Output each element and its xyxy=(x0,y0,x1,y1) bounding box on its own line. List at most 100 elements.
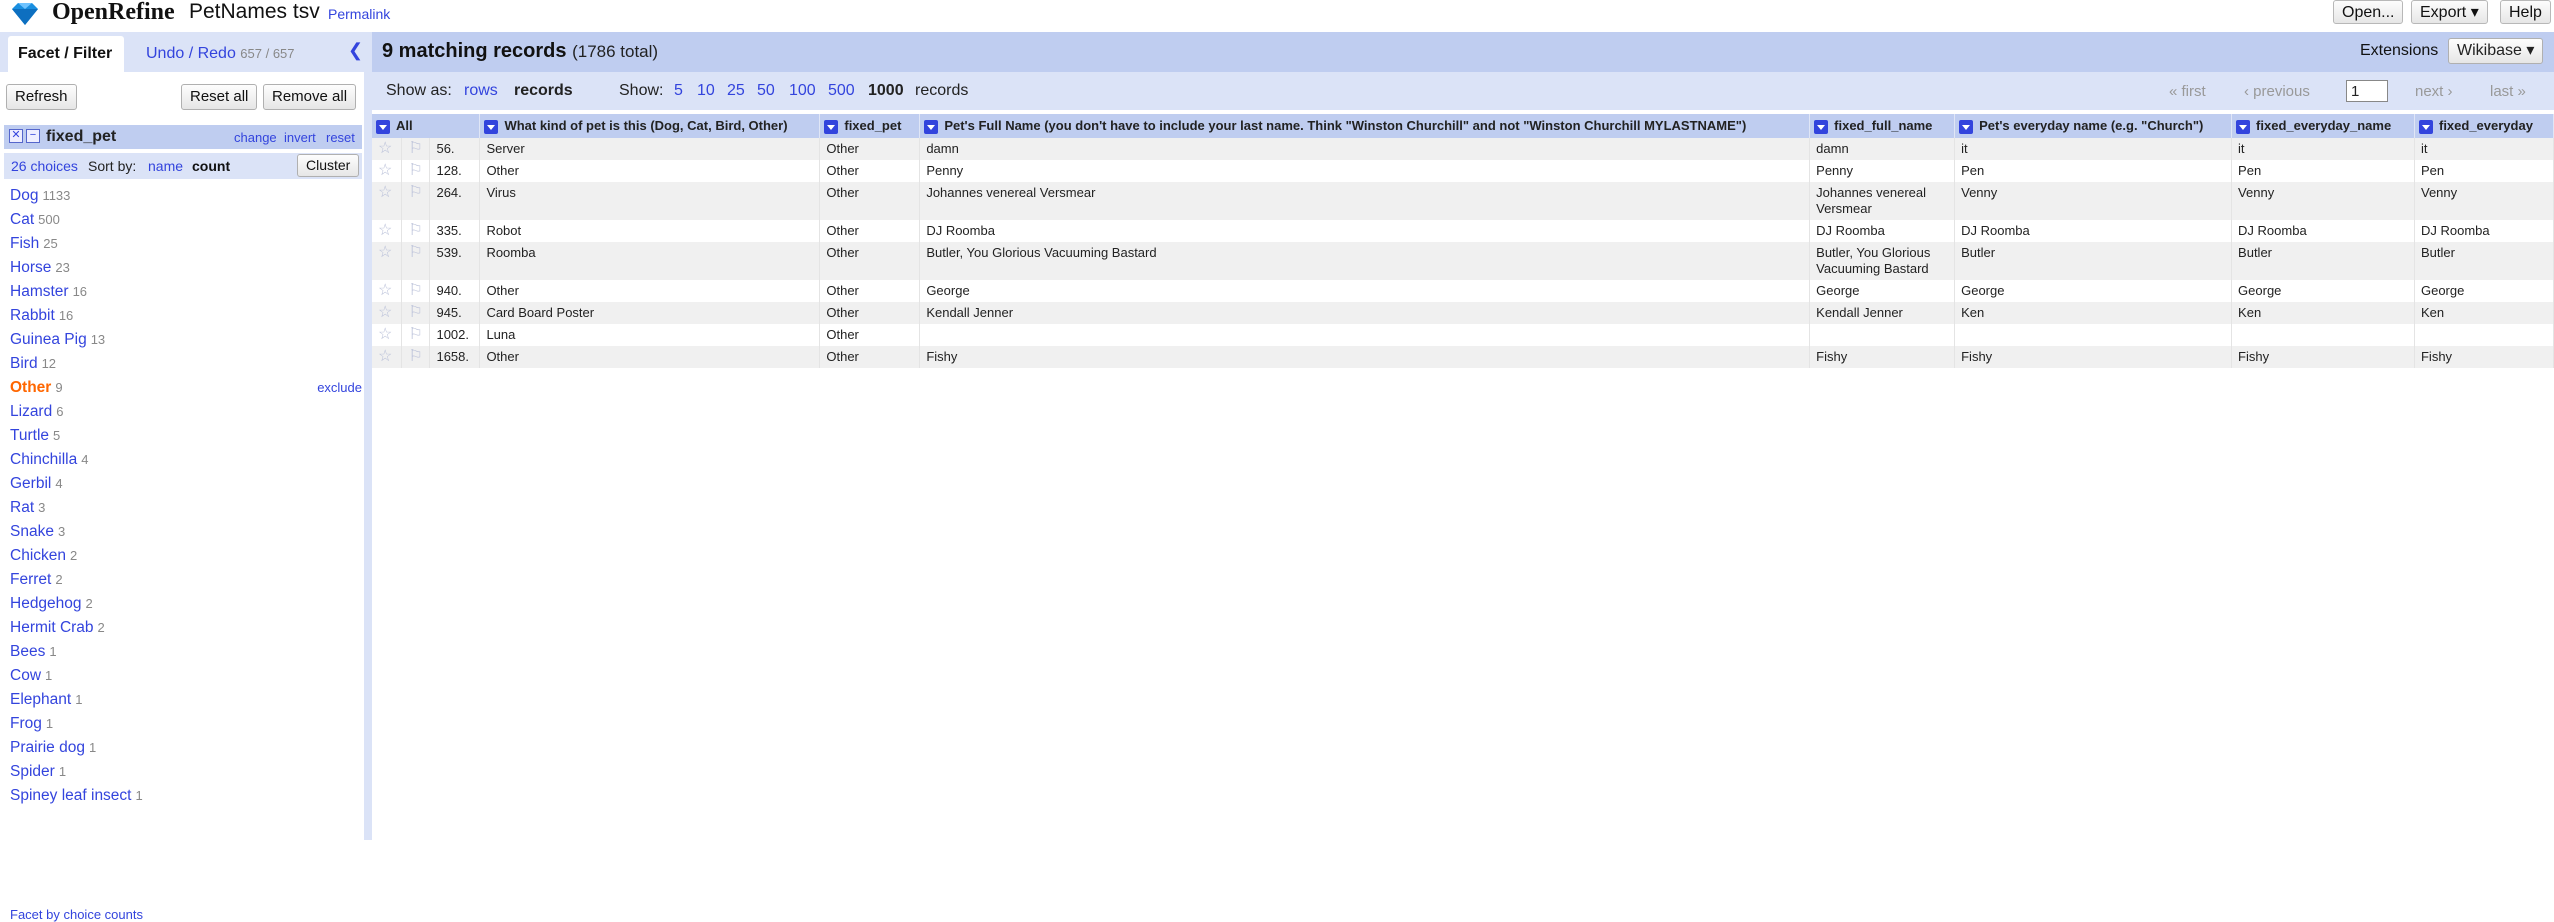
facet-reset-link[interactable]: reset xyxy=(326,130,355,145)
flag-cell[interactable]: ⚐ xyxy=(401,242,431,280)
cell-fixed-everyday-name[interactable]: Fishy xyxy=(2231,346,2415,368)
cell-everyday-name[interactable]: Ken xyxy=(1954,302,2233,324)
cell-fixed-everyday[interactable]: Ken xyxy=(2414,302,2554,324)
cell-kind[interactable]: Other xyxy=(479,160,821,182)
cell-fixed-full-name[interactable]: Butler, You Glorious Vacuuming Bastard xyxy=(1809,242,1956,280)
cluster-button[interactable]: Cluster xyxy=(297,154,360,177)
cell-kind[interactable]: Server xyxy=(479,138,821,160)
panel-divider[interactable] xyxy=(364,32,372,840)
facet-choice-label[interactable]: Cow xyxy=(10,667,41,684)
cell-fixed-everyday[interactable]: Fishy xyxy=(2414,346,2554,368)
cell-fixed-everyday-name[interactable]: Pen xyxy=(2231,160,2415,182)
star-icon[interactable]: ☆ xyxy=(378,348,392,365)
facet-choice-chinchilla[interactable]: Chinchilla 4 xyxy=(10,448,362,472)
tab-facet-filter[interactable]: Facet / Filter xyxy=(8,36,124,72)
page-size-100[interactable]: 100 xyxy=(789,82,816,100)
cell-fixed-full-name[interactable]: Kendall Jenner xyxy=(1809,302,1956,324)
flag-icon[interactable]: ⚐ xyxy=(408,184,422,201)
project-name[interactable]: PetNames tsv xyxy=(189,0,320,24)
cell-everyday-name[interactable]: Venny xyxy=(1954,182,2233,220)
flag-cell[interactable]: ⚐ xyxy=(401,302,431,324)
page-number-input[interactable]: 1 xyxy=(2346,80,2388,102)
cell-kind[interactable]: Card Board Poster xyxy=(479,302,821,324)
first-page-link[interactable]: « first xyxy=(2169,83,2206,100)
facet-choice-snake[interactable]: Snake 3 xyxy=(10,520,362,544)
cell-full-name[interactable] xyxy=(919,324,1811,346)
cell-kind[interactable]: Other xyxy=(479,280,821,302)
previous-page-link[interactable]: ‹ previous xyxy=(2244,83,2310,100)
cell-everyday-name[interactable]: DJ Roomba xyxy=(1954,220,2233,242)
facet-choice-rabbit[interactable]: Rabbit 16 xyxy=(10,304,362,328)
cell-full-name[interactable]: damn xyxy=(919,138,1811,160)
cell-fixed-pet[interactable]: Other xyxy=(819,138,921,160)
column-menu-icon[interactable] xyxy=(2236,119,2251,134)
cell-fixed-everyday[interactable]: Pen xyxy=(2414,160,2554,182)
sort-by-name-link[interactable]: name xyxy=(148,153,183,179)
cell-fixed-pet[interactable]: Other xyxy=(819,346,921,368)
star-cell[interactable]: ☆ xyxy=(372,302,403,324)
facet-choice-elephant[interactable]: Elephant 1 xyxy=(10,688,362,712)
flag-icon[interactable]: ⚐ xyxy=(408,222,422,239)
tab-undo-redo[interactable]: Undo / Redo 657 / 657 xyxy=(136,36,305,72)
cell-fixed-everyday-name[interactable]: Venny xyxy=(2231,182,2415,220)
star-cell[interactable]: ☆ xyxy=(372,182,403,220)
star-cell[interactable]: ☆ xyxy=(372,220,403,242)
permalink-link[interactable]: Permalink xyxy=(328,6,390,22)
star-icon[interactable]: ☆ xyxy=(378,326,392,343)
star-icon[interactable]: ☆ xyxy=(378,222,392,239)
facet-choice-frog[interactable]: Frog 1 xyxy=(10,712,362,736)
column-header-fixed-full-name[interactable]: fixed_full_name xyxy=(1809,114,1956,138)
cell-everyday-name[interactable]: Fishy xyxy=(1954,346,2233,368)
facet-choice-label[interactable]: Rabbit xyxy=(10,307,55,324)
facet-choice-chicken[interactable]: Chicken 2 xyxy=(10,544,362,568)
facet-choice-lizard[interactable]: Lizard 6 xyxy=(10,400,362,424)
cell-kind[interactable]: Virus xyxy=(479,182,821,220)
cell-fixed-everyday-name[interactable]: Butler xyxy=(2231,242,2415,280)
flag-cell[interactable]: ⚐ xyxy=(401,280,431,302)
cell-kind[interactable]: Roomba xyxy=(479,242,821,280)
help-button[interactable]: Help xyxy=(2500,0,2551,24)
cell-full-name[interactable]: DJ Roomba xyxy=(919,220,1811,242)
flag-cell[interactable]: ⚐ xyxy=(401,220,431,242)
flag-icon[interactable]: ⚐ xyxy=(408,140,422,157)
star-cell[interactable]: ☆ xyxy=(372,280,403,302)
facet-change-link[interactable]: change xyxy=(234,130,277,145)
cell-kind[interactable]: Luna xyxy=(479,324,821,346)
cell-fixed-full-name[interactable]: DJ Roomba xyxy=(1809,220,1956,242)
facet-choice-gerbil[interactable]: Gerbil 4 xyxy=(10,472,362,496)
facet-choice-label[interactable]: Elephant xyxy=(10,691,71,708)
exclude-link[interactable]: exclude xyxy=(317,376,362,400)
cell-fixed-everyday[interactable]: Butler xyxy=(2414,242,2554,280)
cell-fixed-pet[interactable]: Other xyxy=(819,182,921,220)
star-cell[interactable]: ☆ xyxy=(372,324,403,346)
star-icon[interactable]: ☆ xyxy=(378,162,392,179)
column-header-fixed-pet[interactable]: fixed_pet xyxy=(819,114,921,138)
facet-choice-label[interactable]: Fish xyxy=(10,235,39,252)
cell-fixed-everyday-name[interactable]: George xyxy=(2231,280,2415,302)
cell-everyday-name[interactable]: it xyxy=(1954,138,2233,160)
star-icon[interactable]: ☆ xyxy=(378,184,392,201)
facet-choice-hermit-crab[interactable]: Hermit Crab 2 xyxy=(10,616,362,640)
facet-choice-label[interactable]: Horse xyxy=(10,259,51,276)
cell-fixed-full-name[interactable]: Johannes venereal Versmear xyxy=(1809,182,1956,220)
facet-choice-dog[interactable]: Dog 1133 xyxy=(10,184,362,208)
facet-choice-label[interactable]: Hermit Crab xyxy=(10,619,94,636)
page-size-5[interactable]: 5 xyxy=(674,82,683,100)
facet-choice-horse[interactable]: Horse 23 xyxy=(10,256,362,280)
column-menu-icon[interactable] xyxy=(824,119,839,134)
minimize-icon[interactable]: − xyxy=(26,129,40,143)
facet-choice-label[interactable]: Hamster xyxy=(10,283,69,300)
flag-icon[interactable]: ⚐ xyxy=(408,326,422,343)
facet-choice-rat[interactable]: Rat 3 xyxy=(10,496,362,520)
facet-choice-label[interactable]: Turtle xyxy=(10,427,49,444)
cell-kind[interactable]: Other xyxy=(479,346,821,368)
cell-everyday-name[interactable] xyxy=(1954,324,2233,346)
facet-choice-guinea-pig[interactable]: Guinea Pig 13 xyxy=(10,328,362,352)
facet-choice-prairie-dog[interactable]: Prairie dog 1 xyxy=(10,736,362,760)
facet-by-choice-counts-link[interactable]: Facet by choice counts xyxy=(10,907,143,922)
cell-fixed-everyday[interactable]: Venny xyxy=(2414,182,2554,220)
sort-by-count[interactable]: count xyxy=(192,153,230,179)
last-page-link[interactable]: last » xyxy=(2490,83,2526,100)
facet-choice-cat[interactable]: Cat 500 xyxy=(10,208,362,232)
app-name[interactable]: OpenRefine xyxy=(52,0,175,26)
